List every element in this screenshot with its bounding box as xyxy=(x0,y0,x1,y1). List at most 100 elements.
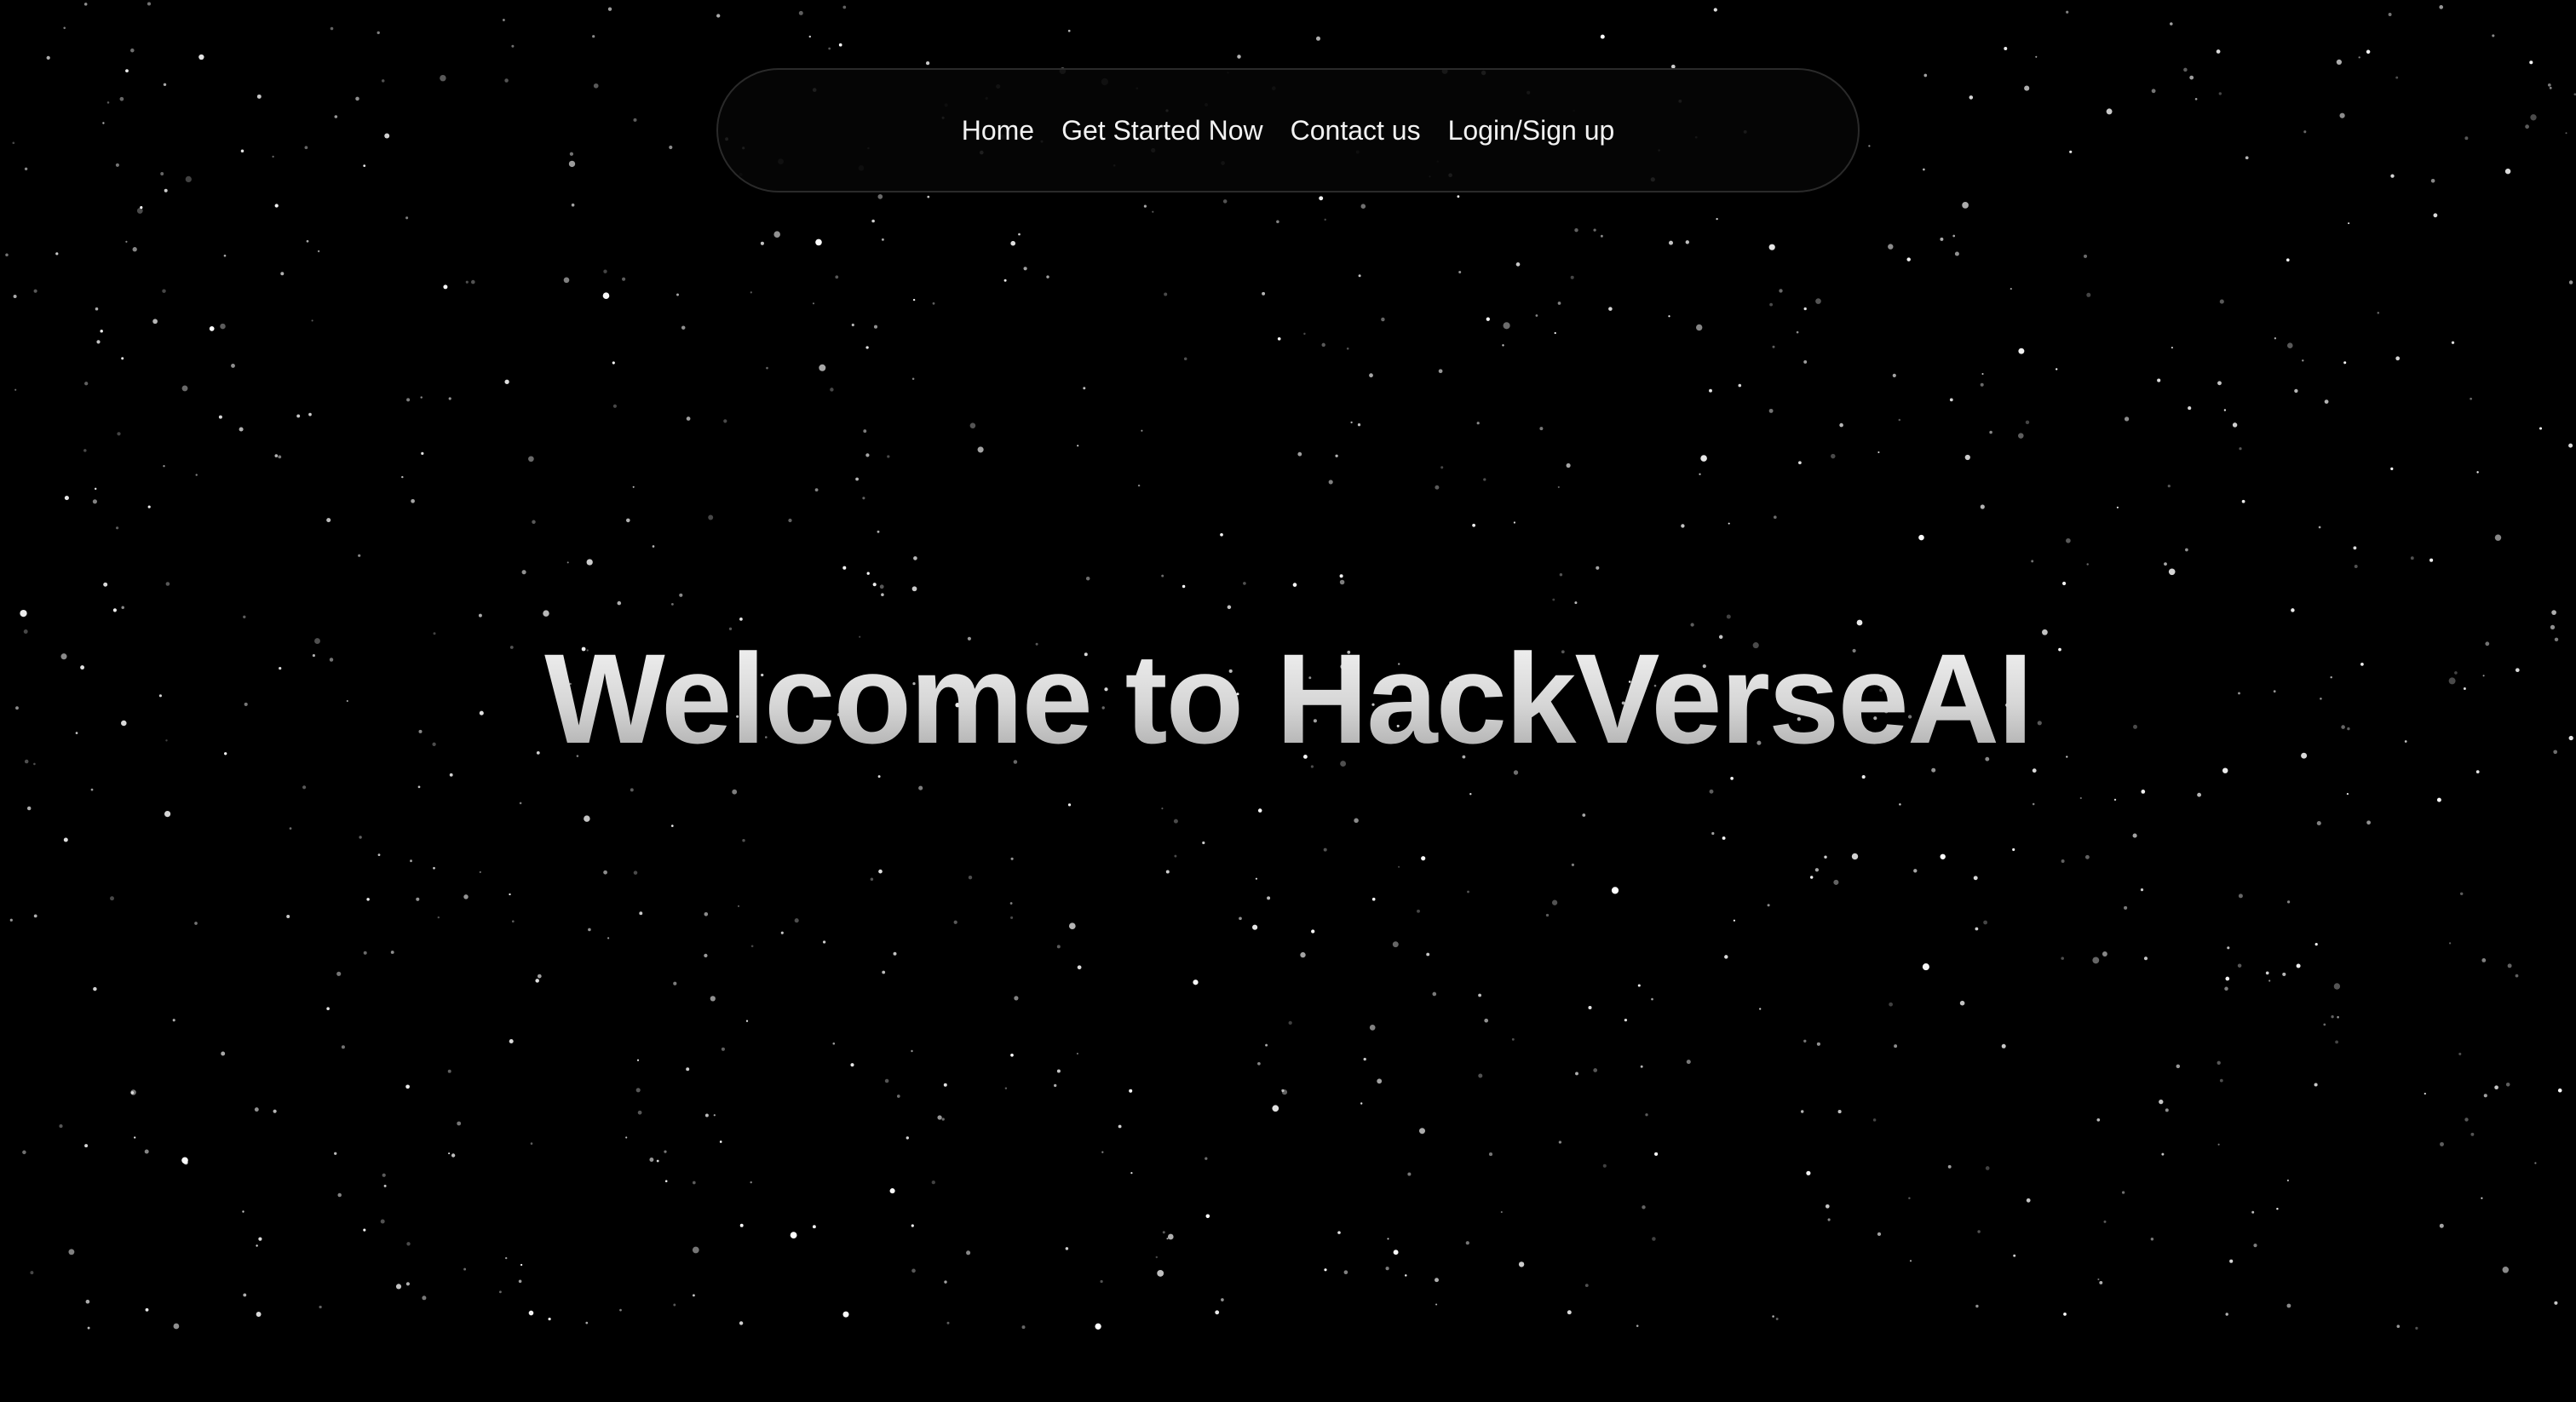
star xyxy=(1076,1052,1078,1055)
star xyxy=(2083,254,2088,258)
star xyxy=(2331,1015,2334,1019)
star xyxy=(812,1225,816,1229)
star xyxy=(2459,892,2464,896)
star xyxy=(2336,59,2342,65)
star xyxy=(1484,1018,1489,1023)
star xyxy=(87,1326,90,1330)
star xyxy=(92,499,97,504)
star xyxy=(440,74,446,82)
star xyxy=(2390,467,2394,471)
star xyxy=(1418,1128,1426,1135)
star xyxy=(607,7,612,11)
star xyxy=(2218,92,2222,95)
star xyxy=(1574,601,1578,605)
star xyxy=(2324,399,2329,404)
star xyxy=(2171,347,2173,349)
star xyxy=(1371,897,1376,901)
star xyxy=(90,788,94,791)
star xyxy=(1077,445,1079,447)
star xyxy=(1174,854,1177,858)
star xyxy=(26,806,32,811)
star xyxy=(2251,1210,2255,1214)
star xyxy=(1861,775,1866,779)
star xyxy=(2343,361,2347,365)
star xyxy=(1539,427,1544,431)
star xyxy=(1775,1318,1779,1320)
star xyxy=(102,122,105,124)
star xyxy=(1354,818,1359,824)
star xyxy=(377,31,380,35)
star xyxy=(637,1110,642,1115)
star xyxy=(173,1323,180,1330)
star xyxy=(2291,608,2295,612)
star xyxy=(1892,373,1896,377)
star xyxy=(2197,792,2202,797)
star xyxy=(2276,1207,2279,1210)
star xyxy=(1350,421,1353,424)
star xyxy=(1193,980,1199,985)
star xyxy=(1486,317,1490,321)
nav-login-signup-link[interactable]: Login/Sign up xyxy=(1448,115,1615,147)
star xyxy=(532,520,536,525)
star xyxy=(1545,913,1550,917)
star xyxy=(944,1280,947,1284)
star xyxy=(2012,848,2015,852)
star xyxy=(2286,1303,2291,1308)
star xyxy=(2525,124,2529,129)
star xyxy=(937,1115,942,1120)
star xyxy=(1651,997,1653,1001)
star xyxy=(1324,1268,1327,1272)
star xyxy=(1574,227,1578,233)
star xyxy=(2035,55,2038,58)
star xyxy=(2018,348,2025,354)
star xyxy=(882,970,886,974)
star xyxy=(855,477,859,481)
star xyxy=(1559,572,1563,577)
star xyxy=(1779,289,1783,293)
star xyxy=(2429,558,2434,562)
star xyxy=(887,455,890,458)
star xyxy=(692,1181,696,1185)
star xyxy=(2539,427,2543,430)
star xyxy=(2113,798,2117,802)
nav-contact-link[interactable]: Contact us xyxy=(1291,115,1421,147)
star xyxy=(1716,217,1718,221)
star xyxy=(243,1293,247,1297)
star xyxy=(1220,532,1223,537)
star xyxy=(1018,233,1021,236)
star xyxy=(1161,574,1164,577)
star xyxy=(1465,1241,1469,1245)
star xyxy=(421,451,424,456)
star xyxy=(63,837,68,842)
star xyxy=(296,414,301,418)
star xyxy=(1962,202,1969,209)
star xyxy=(941,1118,945,1121)
star xyxy=(2018,433,2024,439)
nav-home-link[interactable]: Home xyxy=(962,115,1034,147)
star xyxy=(1769,302,1774,307)
star xyxy=(405,1084,410,1089)
star xyxy=(5,253,9,257)
star xyxy=(2568,280,2573,284)
star xyxy=(304,146,308,150)
star xyxy=(2439,5,2444,9)
star xyxy=(1255,877,1257,880)
star xyxy=(1833,879,1839,885)
nav-get-started-link[interactable]: Get Started Now xyxy=(1061,115,1263,147)
star xyxy=(451,1153,456,1158)
star xyxy=(2395,356,2401,361)
star xyxy=(243,615,246,618)
star xyxy=(164,188,168,192)
star xyxy=(1014,996,1019,1001)
star xyxy=(2225,976,2230,981)
star xyxy=(2551,610,2556,615)
star xyxy=(2124,417,2130,422)
star xyxy=(326,518,331,523)
star xyxy=(1297,451,1302,457)
star xyxy=(2565,132,2567,135)
star xyxy=(2225,1313,2228,1316)
star xyxy=(879,584,884,589)
star xyxy=(1021,1325,1026,1330)
star xyxy=(2103,1220,2107,1223)
star xyxy=(2010,288,2012,290)
